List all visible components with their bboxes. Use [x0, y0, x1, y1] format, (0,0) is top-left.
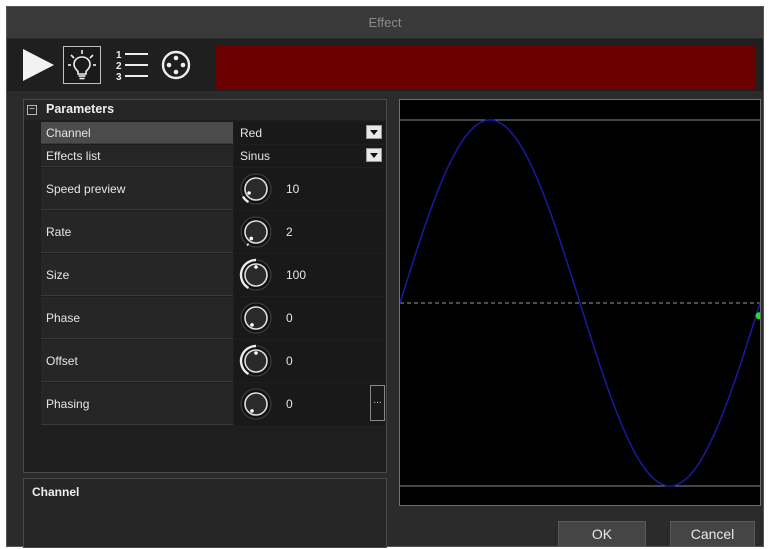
knob-value: 10 [286, 182, 300, 196]
light-mode-button[interactable] [63, 46, 101, 84]
description-title: Channel [32, 485, 80, 499]
play-icon [23, 49, 54, 81]
knob-indicator [250, 409, 254, 413]
select-value: Red [240, 126, 263, 140]
description-panel: Channel [23, 478, 387, 548]
size-knob[interactable] [238, 257, 274, 293]
numbered-list-icon: 1 2 3 [116, 50, 148, 83]
param-row-speed-preview: Speed preview 10 [41, 168, 385, 210]
chevron-down-icon[interactable] [366, 148, 382, 162]
parameters-panel: − Parameters Channel Red Effects list Si… [23, 99, 387, 473]
param-row-phasing: Phasing 0 ... [41, 383, 385, 425]
phasing-knob[interactable] [238, 386, 274, 422]
phasing-more-button[interactable]: ... [370, 385, 385, 421]
knob-value: 2 [286, 225, 293, 239]
phase-knob[interactable] [238, 300, 274, 336]
effect-dialog: Effect 1 2 3 − Parameters Channel Red Ef… [6, 6, 764, 548]
waveform-graph [399, 119, 763, 487]
effects-list-select[interactable]: Sinus [234, 145, 385, 167]
knob-indicator [250, 323, 254, 327]
knob-indicator [247, 191, 251, 195]
rate-knob[interactable] [238, 214, 274, 250]
waveform-preview [399, 99, 763, 506]
channel-select[interactable]: Red [234, 122, 385, 144]
svg-text:3: 3 [116, 72, 122, 83]
parameters-title: Parameters [46, 102, 115, 116]
param-label: Phasing [41, 383, 233, 425]
knob-value: 0 [286, 311, 293, 325]
select-value: Sinus [240, 149, 271, 163]
param-label: Speed preview [41, 168, 233, 210]
parameters-header[interactable]: − Parameters [24, 100, 386, 120]
knob-level-arc [246, 243, 250, 247]
knob-body [244, 306, 268, 330]
offset-knob[interactable] [238, 343, 274, 379]
svg-text:1: 1 [116, 50, 122, 61]
param-label: Phase [41, 297, 233, 339]
color-preview-bar [216, 45, 755, 90]
knob-indicator [254, 351, 258, 355]
knob-body [244, 177, 268, 201]
knob-value: 0 [286, 354, 293, 368]
cancel-button[interactable]: Cancel [670, 521, 755, 547]
knob-indicator [249, 236, 254, 241]
knob-value: 0 [286, 397, 293, 411]
param-label: Effects list [41, 145, 233, 167]
svg-text:2: 2 [116, 61, 122, 72]
chevron-down-icon[interactable] [366, 125, 382, 139]
knob-indicator [254, 265, 258, 269]
param-label: Rate [41, 211, 233, 253]
param-row-effects-list[interactable]: Effects list Sinus [41, 145, 385, 167]
window-title: Effect [7, 7, 763, 39]
knob-body [244, 220, 268, 244]
sine-wave [399, 119, 761, 487]
param-row-size: Size 100 [41, 254, 385, 296]
param-row-rate: Rate 2 [41, 211, 385, 253]
toolbar: 1 2 3 [7, 39, 763, 91]
knob-value: 100 [286, 268, 307, 282]
crosshair-icon [161, 50, 191, 80]
play-button[interactable] [19, 46, 57, 84]
collapse-icon[interactable]: − [27, 105, 37, 115]
param-row-phase: Phase 0 [41, 297, 385, 339]
param-label: Offset [41, 340, 233, 382]
sequence-list-button[interactable]: 1 2 3 [113, 46, 151, 84]
param-row-channel[interactable]: Channel Red [41, 122, 385, 144]
param-label: Size [41, 254, 233, 296]
param-label: Channel [41, 122, 233, 144]
knob-body [244, 392, 268, 416]
lightbulb-icon [68, 50, 96, 80]
position-button[interactable] [157, 46, 195, 84]
ok-button[interactable]: OK [558, 521, 646, 547]
param-row-offset: Offset 0 [41, 340, 385, 382]
speed-preview-knob[interactable] [238, 171, 274, 207]
